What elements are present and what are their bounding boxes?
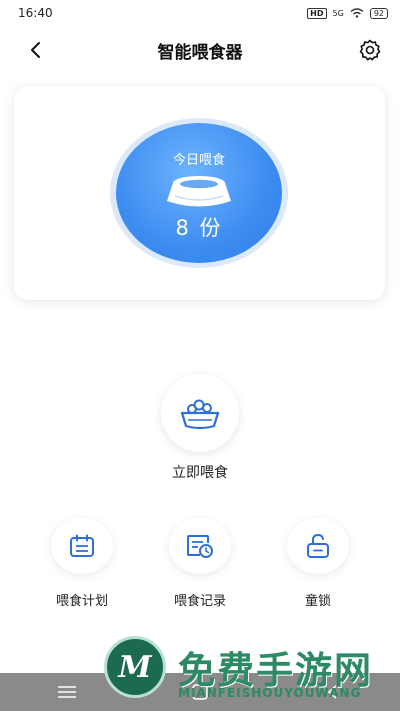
today-count: 8 份	[175, 216, 223, 240]
record-clock-icon	[187, 535, 213, 558]
status-time: 16:40	[18, 6, 53, 20]
feed-now-circle[interactable]	[161, 374, 239, 452]
feed-now-button[interactable]	[150, 372, 250, 454]
today-label: 今日喂食	[172, 153, 225, 168]
page-title: 智能喂食器	[157, 42, 243, 63]
back-button[interactable]	[22, 36, 50, 64]
feeding-plan-circle[interactable]	[51, 518, 113, 574]
today-feeding-card: 今日喂食 8 份	[14, 86, 385, 300]
feed-now-label: 立即喂食	[172, 465, 228, 481]
feeding-record-button[interactable]: 喂食记录	[158, 518, 242, 609]
child-lock-label: 童锁	[304, 594, 331, 609]
feeding-record-circle[interactable]	[169, 518, 231, 574]
settings-button[interactable]	[356, 36, 384, 64]
menu-icon	[57, 686, 76, 698]
calendar-icon	[70, 534, 94, 557]
battery-icon: 92	[369, 7, 388, 19]
watermark-logo: M	[104, 636, 166, 698]
status-indicators: HD 5G 92	[307, 7, 388, 19]
feeding-plan-label: 喂食计划	[55, 594, 108, 609]
wifi-icon	[350, 8, 364, 18]
status-bar: 16:40 HD 5G 92	[0, 0, 400, 26]
feeding-plan-button[interactable]: 喂食计划	[40, 518, 124, 609]
child-lock-button[interactable]: 童锁	[276, 518, 360, 609]
today-circle: 今日喂食 8 份	[116, 123, 282, 263]
pet-bowl-icon	[167, 176, 231, 207]
hd-badge: HD	[307, 7, 327, 19]
chevron-left-icon	[31, 42, 40, 58]
signal-icon: 5G	[332, 8, 344, 18]
child-lock-circle[interactable]	[287, 518, 349, 574]
action-row: 喂食计划 喂食记录 童锁	[0, 518, 400, 609]
lock-icon	[307, 533, 329, 558]
menu-nav-button[interactable]	[52, 677, 82, 707]
gear-icon	[359, 39, 381, 61]
watermark-subtitle: MIANFEISHOUYOUWANG	[178, 686, 362, 700]
watermark: M 免费手游网 MIANFEISHOUYOUWANG	[100, 636, 400, 711]
food-bowl-icon	[180, 399, 220, 430]
header: 智能喂食器	[0, 30, 400, 70]
feeding-record-label: 喂食记录	[173, 594, 226, 609]
